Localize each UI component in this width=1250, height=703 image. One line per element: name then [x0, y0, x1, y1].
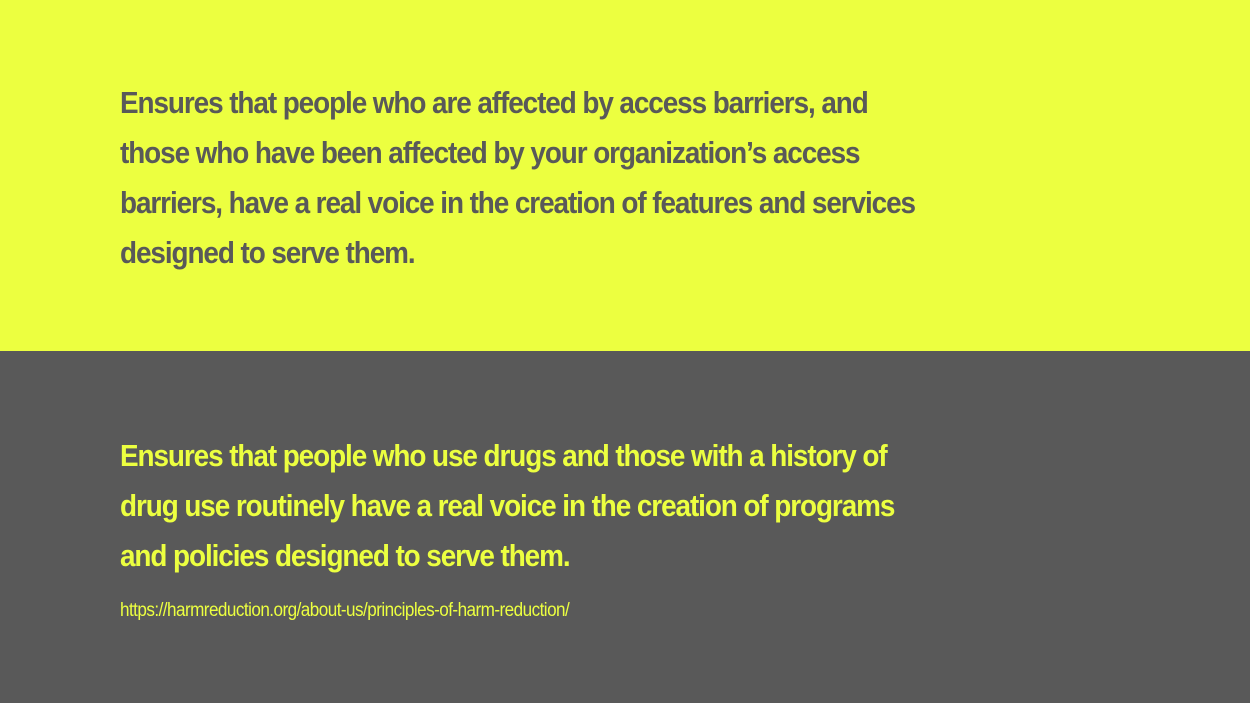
bottom-panel: Ensures that people who use drugs and th…: [0, 351, 1250, 703]
text-line: and policies designed to serve them.: [120, 538, 571, 573]
text-line: designed to serve them.: [120, 235, 416, 270]
text-line: barriers, have a real voice in the creat…: [120, 185, 916, 220]
accessibility-principle-text: Ensures that people who are affected by …: [120, 78, 1047, 278]
top-panel: Ensures that people who are affected by …: [0, 0, 1250, 351]
source-url: https://harmreduction.org/about-us/princ…: [120, 600, 570, 621]
text-line: those who have been affected by your org…: [120, 135, 861, 170]
slide: Ensures that people who are affected by …: [0, 0, 1250, 703]
text-line: drug use routinely have a real voice in …: [120, 488, 895, 523]
text-line: Ensures that people who use drugs and th…: [120, 438, 888, 473]
text-line: Ensures that people who are affected by …: [120, 85, 869, 120]
harm-reduction-principle-text: Ensures that people who use drugs and th…: [120, 431, 1020, 581]
